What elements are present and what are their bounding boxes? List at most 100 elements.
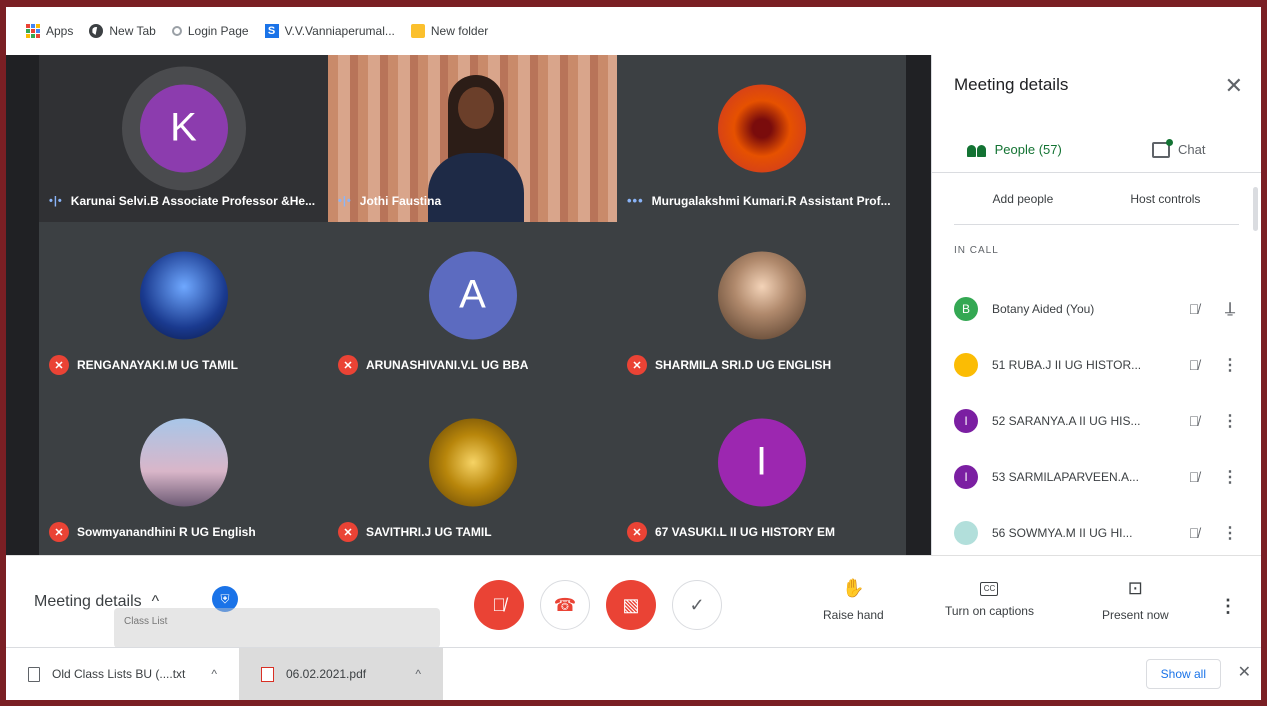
more-vert-icon[interactable]: ⋮ — [1221, 523, 1239, 543]
ghost-overlay: Class List — [114, 608, 440, 648]
tile-label: •|• Jothi Faustina — [338, 194, 441, 208]
mic-off-icon[interactable]: 🎙̸ — [1181, 469, 1207, 485]
more-vert-icon[interactable]: ⋮ — [1221, 467, 1239, 487]
phone-hangup-icon: ☎ — [553, 594, 577, 615]
mic-off-icon[interactable]: 🎙̸ — [1181, 357, 1207, 373]
list-item[interactable]: 51 RUBA.J II UG HISTOR... 🎙̸ ⋮ — [954, 337, 1239, 393]
bookmark-new-tab[interactable]: New Tab — [89, 24, 156, 38]
tile-label: ✕ SAVITHRI.J UG TAMIL — [338, 522, 492, 542]
chat-icon — [1152, 138, 1174, 158]
raise-hand-label: Raise hand — [823, 608, 884, 622]
panel-title: Meeting details — [954, 75, 1069, 94]
bookmark-label: New folder — [430, 24, 489, 38]
tile-label: ✕ Sowmyanandhini R UG English — [49, 522, 256, 542]
participant-tile[interactable]: ✕ SHARMILA SRI.D UG ENGLISH — [617, 222, 906, 389]
bookmark-apps[interactable]: Apps — [26, 24, 73, 38]
mic-off-icon[interactable]: 🎙̸ — [1181, 413, 1207, 429]
mic-off-icon: ✕ — [49, 522, 69, 542]
avatar: I — [954, 409, 978, 433]
list-item[interactable]: B Botany Aided (You) 🎙̸ ⍊ — [954, 281, 1239, 337]
bookmark-label: Login Page — [187, 24, 249, 38]
participant-name: 56 SOWMYA.M II UG HI... — [992, 526, 1133, 540]
meeting-controls: Meeting details ^ ⛨ Class List 🎙̸ ☎ ▧ ✓ … — [6, 555, 1261, 648]
participant-tile[interactable]: •|• Jothi Faustina — [328, 55, 617, 222]
check-button[interactable]: ✓ — [672, 580, 722, 630]
participant-tile[interactable]: ••• Murugalakshmi Kumari.R Assistant Pro… — [617, 55, 906, 222]
close-icon[interactable]: ✕ — [1238, 662, 1251, 682]
bookmark-login-page[interactable]: Login Page — [171, 24, 249, 38]
avatar: I — [717, 417, 806, 506]
page-icon — [171, 26, 182, 36]
more-vert-icon[interactable]: ⋮ — [1221, 355, 1239, 375]
downloads-bar: Old Class Lists BU (....txt ^ 06.02.2021… — [6, 647, 1261, 700]
browser-window: Apps New Tab Login Page S V.V.Vanniaperu… — [6, 7, 1261, 700]
add-people-button[interactable]: Add people — [993, 192, 1054, 206]
mic-off-icon: ✕ — [338, 522, 358, 542]
close-icon[interactable]: ✕ — [1225, 73, 1243, 99]
grid-inner: K •|• Karunai Selvi.B Associate Professo… — [39, 55, 906, 556]
tile-label: ✕ 67 VASUKI.L II UG HISTORY EM — [627, 522, 835, 542]
more-indicator-icon: ••• — [627, 193, 644, 208]
list-item[interactable]: I 53 SARMILAPARVEEN.A... 🎙̸ ⋮ — [954, 449, 1239, 505]
avatar — [717, 83, 806, 172]
mic-off-icon: ✕ — [627, 522, 647, 542]
participant-tile[interactable]: A ✕ ARUNASHIVANI.V.L UG BBA — [328, 222, 617, 389]
video-grid: K •|• Karunai Selvi.B Associate Professo… — [6, 55, 932, 556]
in-call-heading: IN CALL — [954, 245, 999, 256]
camera-toggle-button[interactable]: ▧ — [606, 580, 656, 630]
participant-name: Botany Aided (You) — [992, 302, 1095, 316]
speaking-icon: •|• — [338, 195, 352, 207]
mic-off-icon[interactable]: 🎙̸ — [1181, 525, 1207, 541]
participant-name: 67 VASUKI.L II UG HISTORY EM — [655, 525, 836, 539]
participant-name: Murugalakshmi Kumari.R Assistant Prof... — [651, 193, 891, 208]
chevron-up-icon[interactable]: ^ — [415, 667, 421, 681]
participant-tile[interactable]: K •|• Karunai Selvi.B Associate Professo… — [39, 55, 328, 222]
participant-tile[interactable]: ✕ SAVITHRI.J UG TAMIL — [328, 389, 617, 556]
bookmark-new-folder[interactable]: New folder — [410, 24, 489, 38]
participant-name: ARUNASHIVANI.V.L UG BBA — [366, 358, 529, 372]
avatar: K — [121, 65, 246, 190]
participant-name: 53 SARMILAPARVEEN.A... — [992, 470, 1139, 484]
tab-people[interactable]: People (57) — [932, 127, 1097, 172]
captions-button[interactable]: CC Turn on captions — [945, 578, 1034, 618]
more-vert-icon[interactable]: ⋮ — [1221, 411, 1239, 431]
participant-tile[interactable]: I ✕ 67 VASUKI.L II UG HISTORY EM — [617, 389, 906, 556]
participant-name: 52 SARANYA.A II UG HIS... — [992, 414, 1141, 428]
download-item[interactable]: Old Class Lists BU (....txt ^ — [6, 648, 239, 701]
scrollbar[interactable] — [1253, 187, 1258, 231]
chevron-up-icon[interactable]: ^ — [211, 667, 217, 681]
people-icon — [966, 143, 987, 157]
bookmark-vvv[interactable]: S V.V.Vanniaperumal... — [264, 24, 395, 38]
mic-off-icon[interactable]: 🎙̸ — [1181, 301, 1207, 317]
tile-label: •|• Karunai Selvi.B Associate Professor … — [49, 194, 315, 208]
raise-hand-button[interactable]: ✋ Raise hand — [823, 578, 884, 622]
more-options-icon[interactable]: ⋮ — [1219, 596, 1237, 617]
tile-label: ••• Murugalakshmi Kumari.R Assistant Pro… — [627, 193, 891, 208]
show-all-button[interactable]: Show all — [1145, 659, 1221, 689]
download-filename: 06.02.2021.pdf — [286, 667, 367, 681]
present-icon: ⊡ — [1127, 578, 1143, 598]
download-item[interactable]: 06.02.2021.pdf ^ — [239, 647, 443, 700]
camera-off-icon: ▧ — [622, 594, 640, 615]
tab-label: Chat — [1178, 142, 1206, 157]
host-controls-button[interactable]: Host controls — [1130, 192, 1200, 206]
present-label: Present now — [1102, 608, 1169, 622]
meeting-details-panel: Meeting details ✕ People (57) Chat Add p… — [932, 55, 1261, 555]
list-item[interactable]: I 52 SARANYA.A II UG HIS... 🎙̸ ⋮ — [954, 393, 1239, 449]
participant-tile[interactable]: ✕ Sowmyanandhini R UG English — [39, 389, 328, 556]
panel-tabs: People (57) Chat — [932, 127, 1261, 173]
participant-name: Karunai Selvi.B Associate Professor &He.… — [70, 194, 316, 208]
tab-chat[interactable]: Chat — [1097, 127, 1262, 172]
participant-name: 51 RUBA.J II UG HISTOR... — [992, 358, 1142, 372]
leave-call-button[interactable]: ☎ — [540, 580, 590, 630]
list-item[interactable]: 56 SOWMYA.M II UG HI... 🎙̸ ⋮ — [954, 505, 1239, 561]
ghost-text: Class List — [124, 616, 168, 627]
participant-tile[interactable]: ✕ RENGANAYAKI.M UG TAMIL — [39, 222, 328, 389]
present-now-button[interactable]: ⊡ Present now — [1102, 578, 1169, 622]
pin-icon[interactable]: ⍊ — [1221, 300, 1239, 318]
mic-toggle-button[interactable]: 🎙̸ — [474, 580, 524, 630]
avatar: I — [954, 465, 978, 489]
mic-off-icon: ✕ — [627, 355, 647, 375]
file-icon — [28, 666, 40, 682]
tab-label: People (57) — [994, 142, 1062, 157]
